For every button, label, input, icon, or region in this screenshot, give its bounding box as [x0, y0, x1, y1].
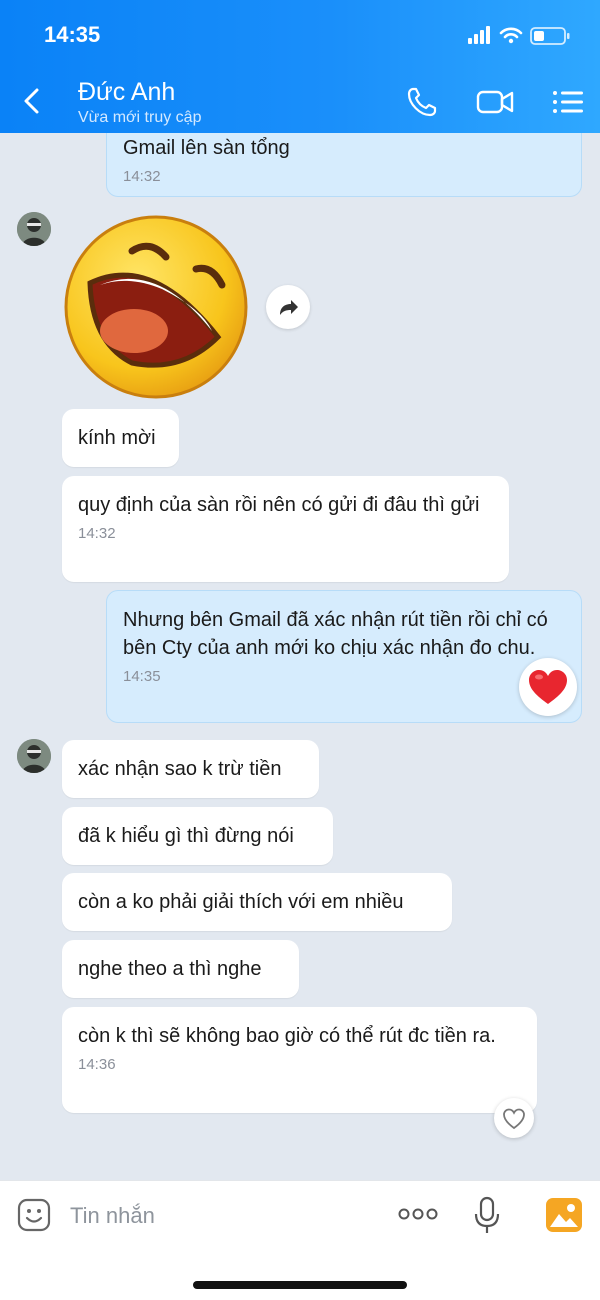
message-composer: Tin nhắn: [0, 1180, 600, 1300]
more-options-icon[interactable]: [397, 1206, 439, 1222]
contact-avatar[interactable]: [17, 739, 51, 773]
react-button[interactable]: [494, 1098, 534, 1138]
presence-status: Vừa mới truy cập: [78, 109, 202, 126]
forward-share-button[interactable]: [266, 285, 310, 329]
message-text: quy định của sàn rồi nên có gửi đi đâu t…: [78, 494, 480, 516]
contact-name[interactable]: Đức Anh: [78, 78, 175, 107]
wifi-icon: [499, 27, 523, 39]
laughing-face-sticker[interactable]: [62, 213, 250, 401]
message-time: 14:36: [78, 1056, 116, 1073]
message-text: Nhưng bên Gmail đã xác nhận rút tiền rồi…: [123, 609, 548, 659]
message-text: xác nhận sao k trừ tiền: [78, 758, 282, 780]
message-time: 14:32: [78, 525, 116, 542]
message-time: 14:35: [123, 668, 161, 685]
message-bubble-incoming[interactable]: còn k thì sẽ không bao giờ có thể rút đc…: [62, 1007, 537, 1113]
message-bubble-outgoing[interactable]: Nhưng bên Gmail đã xác nhận rút tiền rồi…: [106, 590, 582, 723]
cellular-signal-icon: [468, 26, 490, 44]
image-gallery-icon[interactable]: [545, 1197, 583, 1233]
message-bubble-incoming[interactable]: còn a ko phải giải thích với em nhiều: [62, 873, 452, 931]
contact-avatar[interactable]: [17, 212, 51, 246]
message-text: kính mời: [78, 427, 156, 449]
menu-list-icon[interactable]: [550, 84, 586, 120]
sticker-emoji-icon[interactable]: [16, 1197, 52, 1233]
message-text: còn a ko phải giải thích với em nhiều: [78, 891, 404, 913]
heart-outline-icon: [503, 1108, 525, 1130]
battery-icon: [530, 27, 570, 45]
back-arrow-icon[interactable]: [18, 86, 48, 116]
message-text: còn k thì sẽ không bao giờ có thể rút đc…: [78, 1025, 496, 1047]
message-input[interactable]: Tin nhắn: [70, 1203, 155, 1229]
message-text: đã k hiểu gì thì đừng nói: [78, 825, 294, 847]
message-bubble-incoming[interactable]: xác nhận sao k trừ tiền: [62, 740, 319, 798]
forward-arrow-icon: [280, 300, 298, 315]
message-bubble-incoming[interactable]: nghe theo a thì nghe: [62, 940, 299, 998]
message-list[interactable]: Gmail lên sàn tổng 14:32 kính mời quy đị…: [0, 133, 600, 1180]
microphone-icon[interactable]: [472, 1195, 502, 1235]
message-text: Gmail lên sàn tổng: [123, 137, 290, 159]
message-text: nghe theo a thì nghe: [78, 958, 262, 980]
message-bubble-incoming[interactable]: kính mời: [62, 409, 179, 467]
home-indicator: [193, 1281, 407, 1289]
status-time: 14:35: [44, 22, 101, 47]
message-bubble-outgoing[interactable]: Gmail lên sàn tổng 14:32: [106, 133, 582, 197]
phone-call-icon[interactable]: [404, 84, 440, 120]
video-call-icon[interactable]: [475, 84, 515, 120]
message-reaction[interactable]: [519, 658, 577, 716]
message-time: 14:32: [123, 168, 161, 185]
status-icons: [468, 26, 570, 45]
heart-reaction-icon: [529, 670, 567, 704]
message-bubble-incoming[interactable]: quy định của sàn rồi nên có gửi đi đâu t…: [62, 476, 509, 582]
chat-header: 14:35 Đức Anh Vừa mới truy cập: [0, 0, 600, 133]
message-bubble-incoming[interactable]: đã k hiểu gì thì đừng nói: [62, 807, 333, 865]
